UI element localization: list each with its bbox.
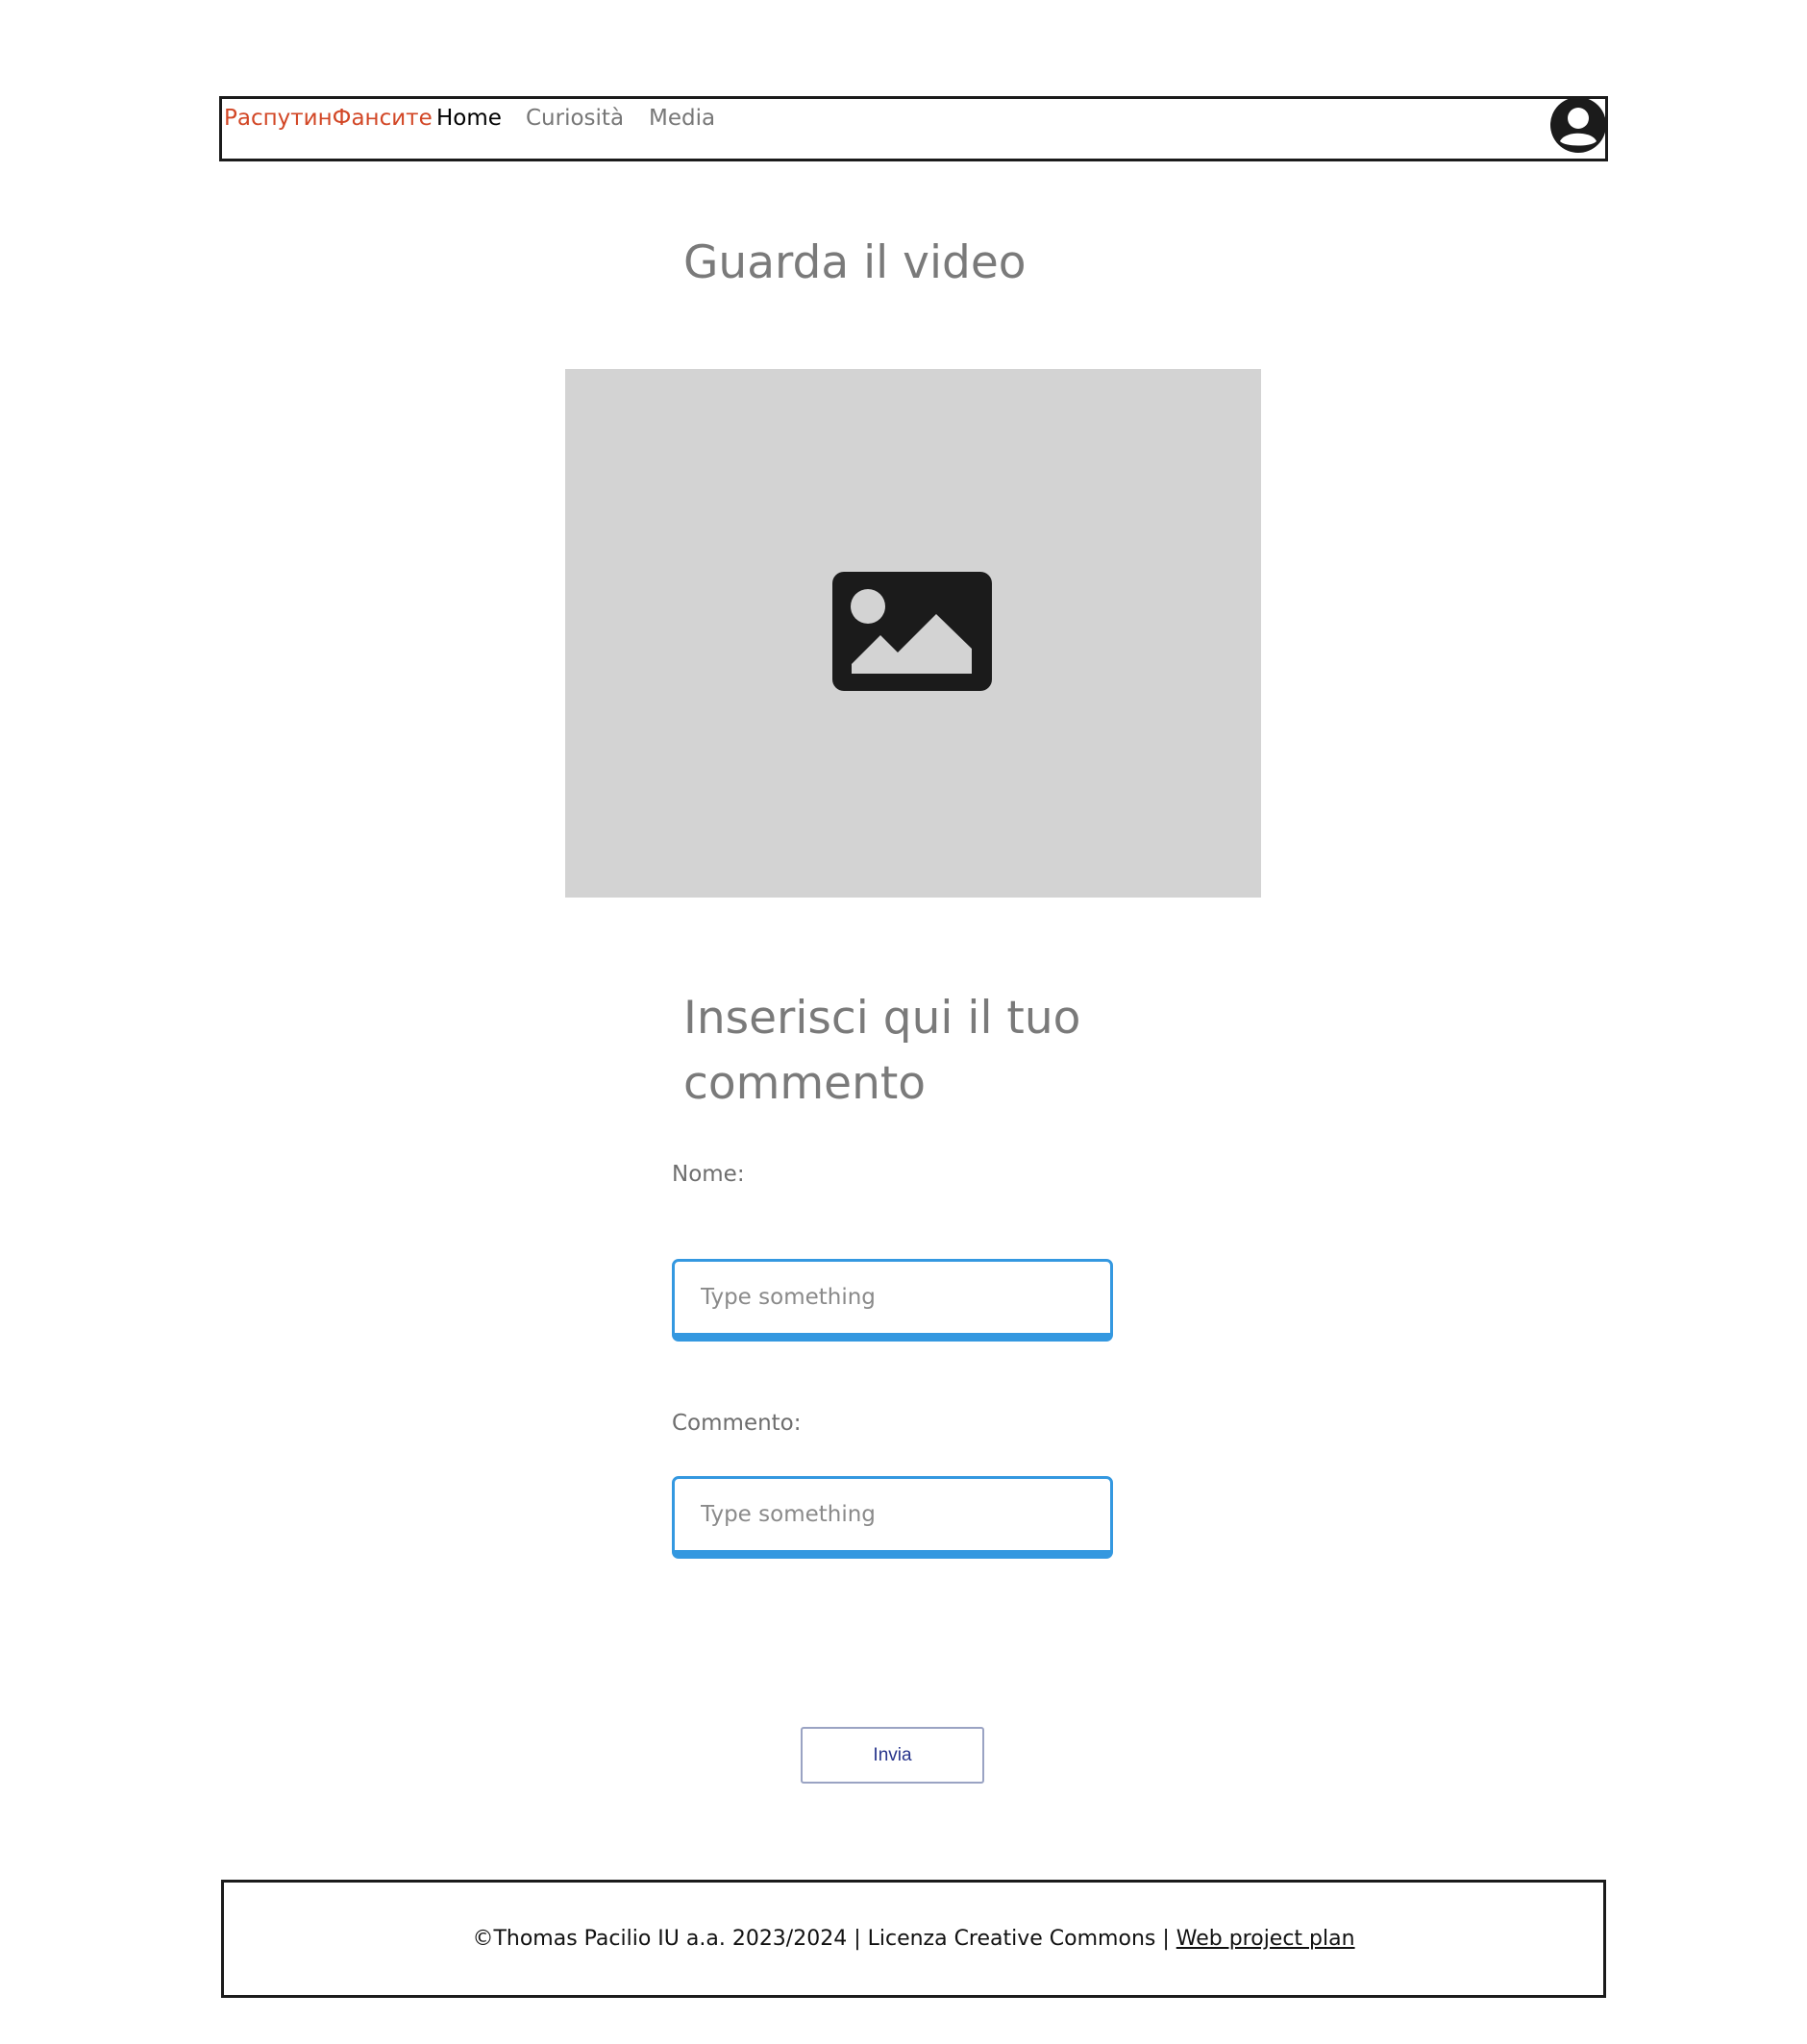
- navbar: РаспутинФансите Home Curiosità Media: [219, 96, 1608, 161]
- nav-item-media[interactable]: Media: [649, 103, 715, 134]
- name-input[interactable]: [672, 1259, 1113, 1342]
- video-heading: Guarda il video: [683, 236, 1027, 289]
- nav-item-home[interactable]: Home: [436, 103, 502, 134]
- comment-heading: Inserisci qui il tuo commento: [683, 992, 1081, 1110]
- name-label: Nome:: [672, 1162, 745, 1187]
- footer-text: ©Thomas Pacilio IU a.a. 2023/2024 | Lice…: [472, 1927, 1176, 1951]
- page: РаспутинФансите Home Curiosità Media Gua…: [0, 0, 1807, 2044]
- footer: ©Thomas Pacilio IU a.a. 2023/2024 | Lice…: [221, 1880, 1606, 1998]
- brand-link[interactable]: РаспутинФансите: [224, 103, 433, 134]
- user-avatar-icon-graphic: [1550, 97, 1606, 153]
- comment-input[interactable]: [672, 1476, 1113, 1559]
- web-project-plan-link[interactable]: Web project plan: [1176, 1927, 1355, 1951]
- video-placeholder[interactable]: [565, 369, 1261, 898]
- comment-label: Commento:: [672, 1411, 802, 1436]
- submit-button[interactable]: Invia: [801, 1727, 984, 1784]
- nav-item-curiosita[interactable]: Curiosità: [526, 103, 624, 134]
- user-avatar-icon[interactable]: [1549, 96, 1607, 154]
- image-icon: [832, 572, 992, 691]
